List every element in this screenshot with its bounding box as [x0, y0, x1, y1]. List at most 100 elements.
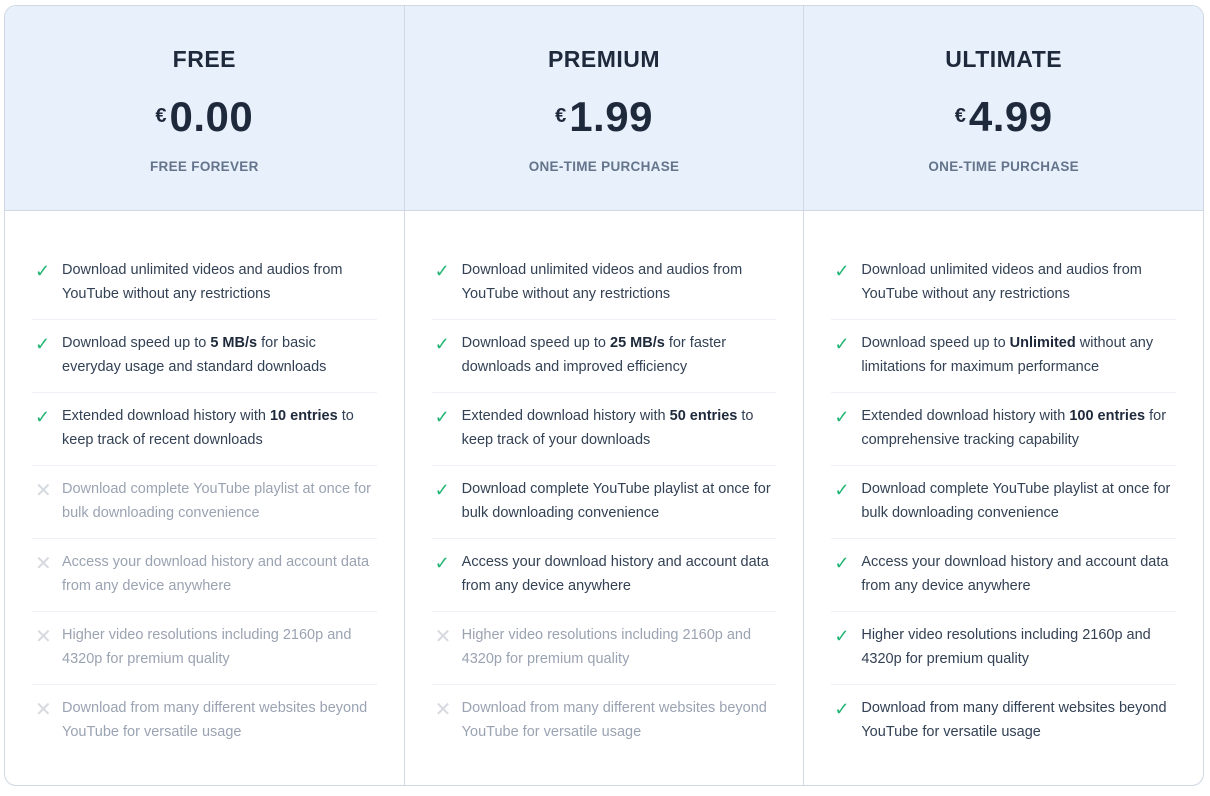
plan-header: PREMIUM € 1.99 ONE-TIME PURCHASE [404, 6, 804, 211]
check-icon: ✓ [834, 261, 850, 281]
feature-text: Download from many different websites be… [861, 696, 1176, 746]
plan-name: PREMIUM [547, 46, 661, 72]
feature-text: Download unlimited videos and audios fro… [861, 258, 1176, 307]
cross-icon: ✕ [35, 699, 52, 721]
feature-text-pre: Higher video resolutions including 2160p… [861, 627, 1151, 667]
feature-list: ✓ Download unlimited videos and audios f… [5, 211, 404, 758]
feature-item: ✓ Extended download history with 100 ent… [831, 393, 1177, 466]
plan-name: ULTIMATE [945, 46, 1063, 72]
feature-item: ✓ Download complete YouTube playlist at … [431, 466, 777, 539]
feature-item: ✓ Download speed up to 25 MB/s for faste… [431, 320, 777, 393]
feature-highlight: 10 entries [269, 408, 338, 424]
feature-text-pre: Higher video resolutions including 2160p… [62, 627, 352, 667]
plan-free: FREE € 0.00 FREE FOREVER ✓ Download unli… [5, 6, 405, 785]
feature-text-pre: Download from many different websites be… [62, 700, 368, 740]
plan-price: € 0.00 [5, 93, 404, 141]
feature-highlight: 25 MB/s [610, 335, 665, 351]
feature-item: ✓ Download speed up to 5 MB/s for basic … [32, 320, 377, 393]
feature-highlight: Unlimited [1009, 335, 1076, 351]
feature-item: ✕ Download from many different websites … [32, 685, 377, 758]
check-icon: ✓ [35, 407, 51, 427]
feature-text-pre: Download speed up to [861, 335, 1010, 351]
feature-text-pre: Download complete YouTube playlist at on… [62, 481, 371, 521]
feature-text-pre: Access your download history and account… [62, 554, 370, 594]
feature-item: ✓ Download from many different websites … [831, 685, 1176, 758]
feature-text: Extended download history with 100 entri… [861, 404, 1176, 453]
cross-icon: ✕ [35, 480, 52, 502]
feature-text-pre: Download speed up to [461, 335, 610, 351]
feature-text: Higher video resolutions including 2160p… [462, 623, 777, 672]
check-icon: ✓ [434, 334, 450, 354]
feature-list: ✓ Download unlimited videos and audios f… [405, 211, 804, 758]
plan-price: € 1.99 [405, 93, 804, 141]
feature-highlight: 100 entries [1069, 408, 1146, 424]
feature-list: ✓ Download unlimited videos and audios f… [804, 211, 1203, 758]
feature-item: ✓ Extended download history with 50 entr… [431, 393, 777, 466]
feature-item: ✕ Higher video resolutions including 216… [32, 612, 377, 685]
check-icon: ✓ [434, 553, 450, 573]
plan-name: FREE [172, 46, 236, 72]
check-icon: ✓ [35, 261, 51, 281]
feature-text-pre: Extended download history with [461, 408, 670, 424]
feature-item: ✓ Download unlimited videos and audios f… [32, 247, 377, 320]
pricing-table: FREE € 0.00 FREE FOREVER ✓ Download unli… [4, 5, 1204, 786]
price-amount: 4.99 [968, 93, 1053, 140]
feature-text-pre: Access your download history and account… [861, 554, 1169, 594]
plan-subtitle: ONE-TIME PURCHASE [528, 159, 680, 174]
feature-text-pre: Download complete YouTube playlist at on… [861, 481, 1171, 521]
cross-icon: ✕ [434, 699, 452, 721]
check-icon: ✓ [35, 334, 51, 354]
feature-text-pre: Download from many different websites be… [861, 700, 1167, 740]
plan-ultimate: ULTIMATE € 4.99 ONE-TIME PURCHASE ✓ Down… [804, 6, 1203, 785]
feature-text: Download unlimited videos and audios fro… [62, 258, 377, 307]
plan-premium: PREMIUM € 1.99 ONE-TIME PURCHASE ✓ Downl… [404, 6, 805, 785]
price-amount: 0.00 [169, 93, 254, 140]
feature-item: ✕ Access your download history and accou… [32, 539, 377, 612]
cross-icon: ✕ [35, 553, 52, 575]
feature-item: ✓ Higher video resolutions including 216… [831, 612, 1177, 685]
feature-text: Download unlimited videos and audios fro… [462, 258, 777, 307]
plan-price: € 4.99 [804, 93, 1203, 141]
check-icon: ✓ [834, 334, 850, 354]
check-icon: ✓ [834, 553, 850, 573]
plan-header: ULTIMATE € 4.99 ONE-TIME PURCHASE [804, 6, 1203, 211]
currency-symbol: € [954, 105, 966, 127]
feature-item: ✓ Extended download history with 10 entr… [32, 393, 377, 466]
feature-item: ✓ Download unlimited videos and audios f… [831, 247, 1177, 320]
feature-text: Download complete YouTube playlist at on… [62, 477, 377, 526]
feature-text-pre: Download from many different websites be… [461, 700, 767, 740]
feature-text-pre: Extended download history with [62, 408, 270, 424]
feature-text-pre: Download unlimited videos and audios fro… [461, 262, 743, 302]
feature-text-pre: Higher video resolutions including 2160p… [461, 627, 752, 667]
plan-subtitle: FREE FOREVER [150, 159, 259, 174]
feature-text: Access your download history and account… [62, 550, 377, 599]
check-icon: ✓ [434, 480, 450, 500]
feature-item: ✓ Download unlimited videos and audios f… [431, 247, 777, 320]
check-icon: ✓ [834, 480, 850, 500]
feature-highlight: 50 entries [669, 408, 738, 424]
feature-item: ✓ Access your download history and accou… [431, 539, 777, 612]
feature-item: ✕ Download complete YouTube playlist at … [32, 466, 377, 539]
feature-text: Higher video resolutions including 2160p… [62, 623, 377, 672]
check-icon: ✓ [434, 407, 450, 427]
feature-text-pre: Download complete YouTube playlist at on… [461, 481, 771, 521]
feature-item: ✕ Higher video resolutions including 216… [431, 612, 777, 685]
cross-icon: ✕ [434, 626, 452, 648]
cross-icon: ✕ [35, 626, 52, 648]
currency-symbol: € [155, 105, 167, 127]
feature-text: Download from many different websites be… [62, 696, 377, 746]
feature-text: Download speed up to Unlimited without a… [861, 331, 1176, 380]
feature-text: Download complete YouTube playlist at on… [462, 477, 777, 526]
check-icon: ✓ [834, 407, 850, 427]
feature-item: ✓ Download speed up to Unlimited without… [831, 320, 1177, 393]
check-icon: ✓ [434, 261, 450, 281]
feature-item: ✕ Download from many different websites … [432, 685, 777, 758]
feature-item: ✓ Access your download history and accou… [831, 539, 1177, 612]
feature-text-pre: Access your download history and account… [461, 554, 769, 594]
feature-text-pre: Extended download history with [861, 408, 1070, 424]
feature-text: Download speed up to 25 MB/s for faster … [462, 331, 777, 380]
feature-text: Download speed up to 5 MB/s for basic ev… [62, 331, 377, 380]
feature-text: Download from many different websites be… [462, 696, 777, 746]
feature-text-pre: Download unlimited videos and audios fro… [62, 262, 343, 302]
feature-text: Access your download history and account… [861, 550, 1176, 599]
